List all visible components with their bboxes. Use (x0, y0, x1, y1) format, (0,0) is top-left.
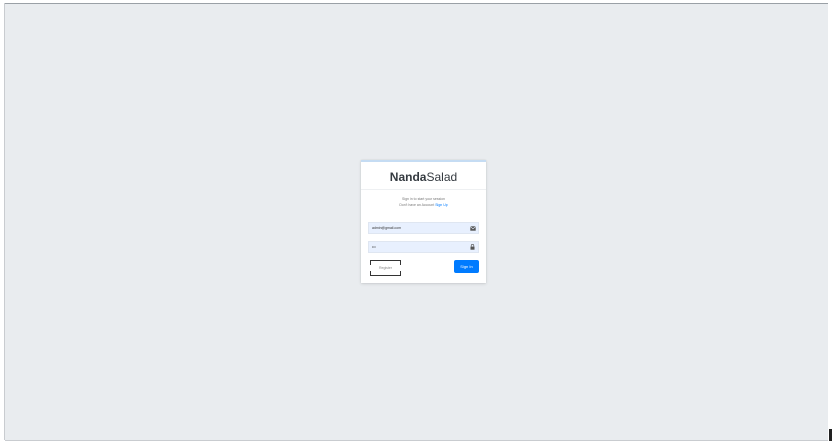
password-input-group (368, 241, 479, 253)
login-card: NandaSalad Sign in to start your session… (361, 160, 486, 283)
card-header: NandaSalad (361, 162, 486, 190)
register-link[interactable]: Register (374, 265, 397, 272)
lock-icon (467, 241, 479, 253)
scroll-corner-mark (829, 429, 832, 441)
brand-light-text: Salad (426, 170, 458, 184)
signup-prompt-text: Don't have an Account (399, 203, 435, 207)
envelope-icon-svg (469, 225, 476, 231)
password-input[interactable] (368, 241, 467, 253)
login-message-line2: Don't have an Account Sign Up (369, 202, 478, 208)
register-link-wrapper: Register (370, 260, 401, 276)
window-edge-bottom (5, 440, 828, 441)
email-input[interactable] (368, 222, 467, 234)
email-input-group (368, 222, 479, 234)
signup-link[interactable]: Sign Up (435, 203, 447, 207)
login-message: Sign in to start your session Don't have… (369, 196, 478, 208)
brand-bold-text: Nanda (389, 170, 427, 184)
lock-icon-svg (470, 244, 475, 250)
login-box: NandaSalad Sign in to start your session… (361, 160, 486, 283)
sign-in-button[interactable]: Sign In (454, 260, 479, 273)
brand-logo-link[interactable]: NandaSalad (390, 170, 457, 184)
envelope-icon (467, 222, 479, 234)
